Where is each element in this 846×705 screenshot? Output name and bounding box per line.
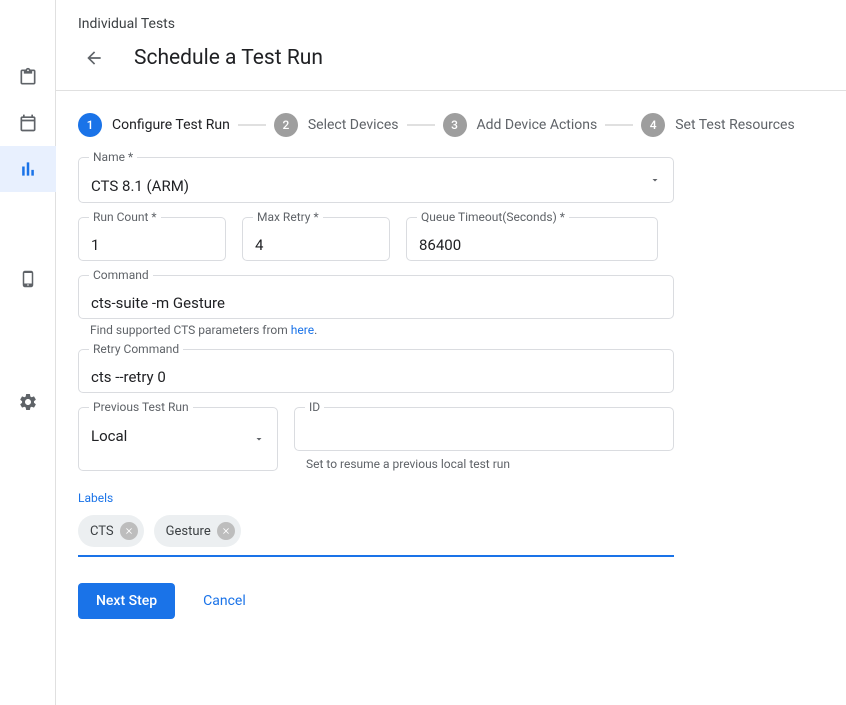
step-label: Set Test Resources — [675, 117, 794, 133]
chip-label: Gesture — [166, 524, 211, 539]
labels-title: Labels — [78, 491, 824, 505]
page-title: Schedule a Test Run — [134, 46, 323, 70]
field-label: Max Retry * — [253, 210, 323, 224]
stepper: 1 Configure Test Run 2 Select Devices 3 … — [78, 113, 824, 137]
max-retry-field[interactable]: Max Retry * — [242, 217, 390, 261]
chevron-down-icon — [253, 433, 265, 445]
main-content: Individual Tests Schedule a Test Run 1 C… — [56, 0, 846, 705]
step-number: 1 — [78, 113, 102, 137]
step-configure[interactable]: 1 Configure Test Run — [78, 113, 230, 137]
breadcrumb: Individual Tests — [56, 0, 846, 36]
nav-item-device[interactable] — [0, 256, 56, 302]
nav-item-clipboard[interactable] — [0, 54, 56, 100]
chip-cts[interactable]: CTS — [78, 515, 144, 547]
field-value: Local — [91, 426, 239, 446]
field-label: Retry Command — [89, 342, 183, 356]
step-label: Add Device Actions — [477, 117, 598, 133]
chip-remove-button[interactable] — [217, 522, 235, 540]
cts-params-link[interactable]: here — [291, 323, 314, 337]
arrow-left-icon — [84, 48, 104, 68]
queue-timeout-field[interactable]: Queue Timeout(Seconds) * — [406, 217, 658, 261]
run-count-input[interactable] — [91, 236, 213, 254]
step-select-devices[interactable]: 2 Select Devices — [274, 113, 399, 137]
bar-chart-icon — [18, 159, 38, 179]
chip-label: CTS — [90, 524, 114, 539]
calendar-icon — [18, 113, 38, 133]
step-add-actions[interactable]: 3 Add Device Actions — [443, 113, 598, 137]
queue-timeout-input[interactable] — [419, 236, 645, 254]
id-helper: Set to resume a previous local test run — [294, 457, 674, 471]
step-number: 3 — [443, 113, 467, 137]
step-label: Configure Test Run — [112, 117, 230, 133]
chip-remove-button[interactable] — [120, 522, 138, 540]
field-label: Command — [89, 268, 153, 282]
close-icon — [221, 526, 231, 536]
step-resources[interactable]: 4 Set Test Resources — [641, 113, 794, 137]
gear-icon — [18, 392, 38, 412]
id-field[interactable]: ID — [294, 407, 674, 451]
chip-gesture[interactable]: Gesture — [154, 515, 241, 547]
command-helper: Find supported CTS parameters from here. — [78, 323, 824, 337]
nav-rail — [0, 0, 56, 705]
nav-item-analytics[interactable] — [0, 146, 56, 192]
step-number: 4 — [641, 113, 665, 137]
name-select[interactable]: Name * CTS 8.1 (ARM) — [78, 157, 674, 203]
retry-command-input[interactable] — [91, 368, 661, 386]
step-connector — [407, 124, 435, 126]
cancel-button[interactable]: Cancel — [203, 593, 246, 609]
nav-item-settings[interactable] — [0, 379, 56, 425]
next-step-button[interactable]: Next Step — [78, 583, 175, 619]
step-number: 2 — [274, 113, 298, 137]
command-field[interactable]: Command — [78, 275, 674, 319]
step-connector — [238, 124, 266, 126]
command-input[interactable] — [91, 294, 661, 312]
close-icon — [124, 526, 134, 536]
field-label: Queue Timeout(Seconds) * — [417, 210, 569, 224]
retry-command-field[interactable]: Retry Command — [78, 349, 674, 393]
field-value: CTS 8.1 (ARM) — [91, 176, 635, 196]
phone-icon — [19, 270, 37, 288]
field-label: Previous Test Run — [89, 400, 193, 414]
nav-item-calendar[interactable] — [0, 100, 56, 146]
id-input[interactable] — [307, 426, 661, 444]
field-label: Name * — [89, 150, 137, 164]
step-label: Select Devices — [308, 117, 399, 133]
chevron-down-icon — [649, 174, 661, 186]
labels-chips[interactable]: CTS Gesture — [78, 515, 824, 547]
step-connector — [605, 124, 633, 126]
back-button[interactable] — [78, 42, 110, 74]
clipboard-icon — [18, 67, 38, 87]
field-label: ID — [305, 400, 324, 414]
max-retry-input[interactable] — [255, 236, 377, 254]
run-count-field[interactable]: Run Count * — [78, 217, 226, 261]
previous-test-run-select[interactable]: Previous Test Run Local — [78, 407, 278, 471]
labels-underline — [78, 555, 674, 557]
field-label: Run Count * — [89, 210, 161, 224]
